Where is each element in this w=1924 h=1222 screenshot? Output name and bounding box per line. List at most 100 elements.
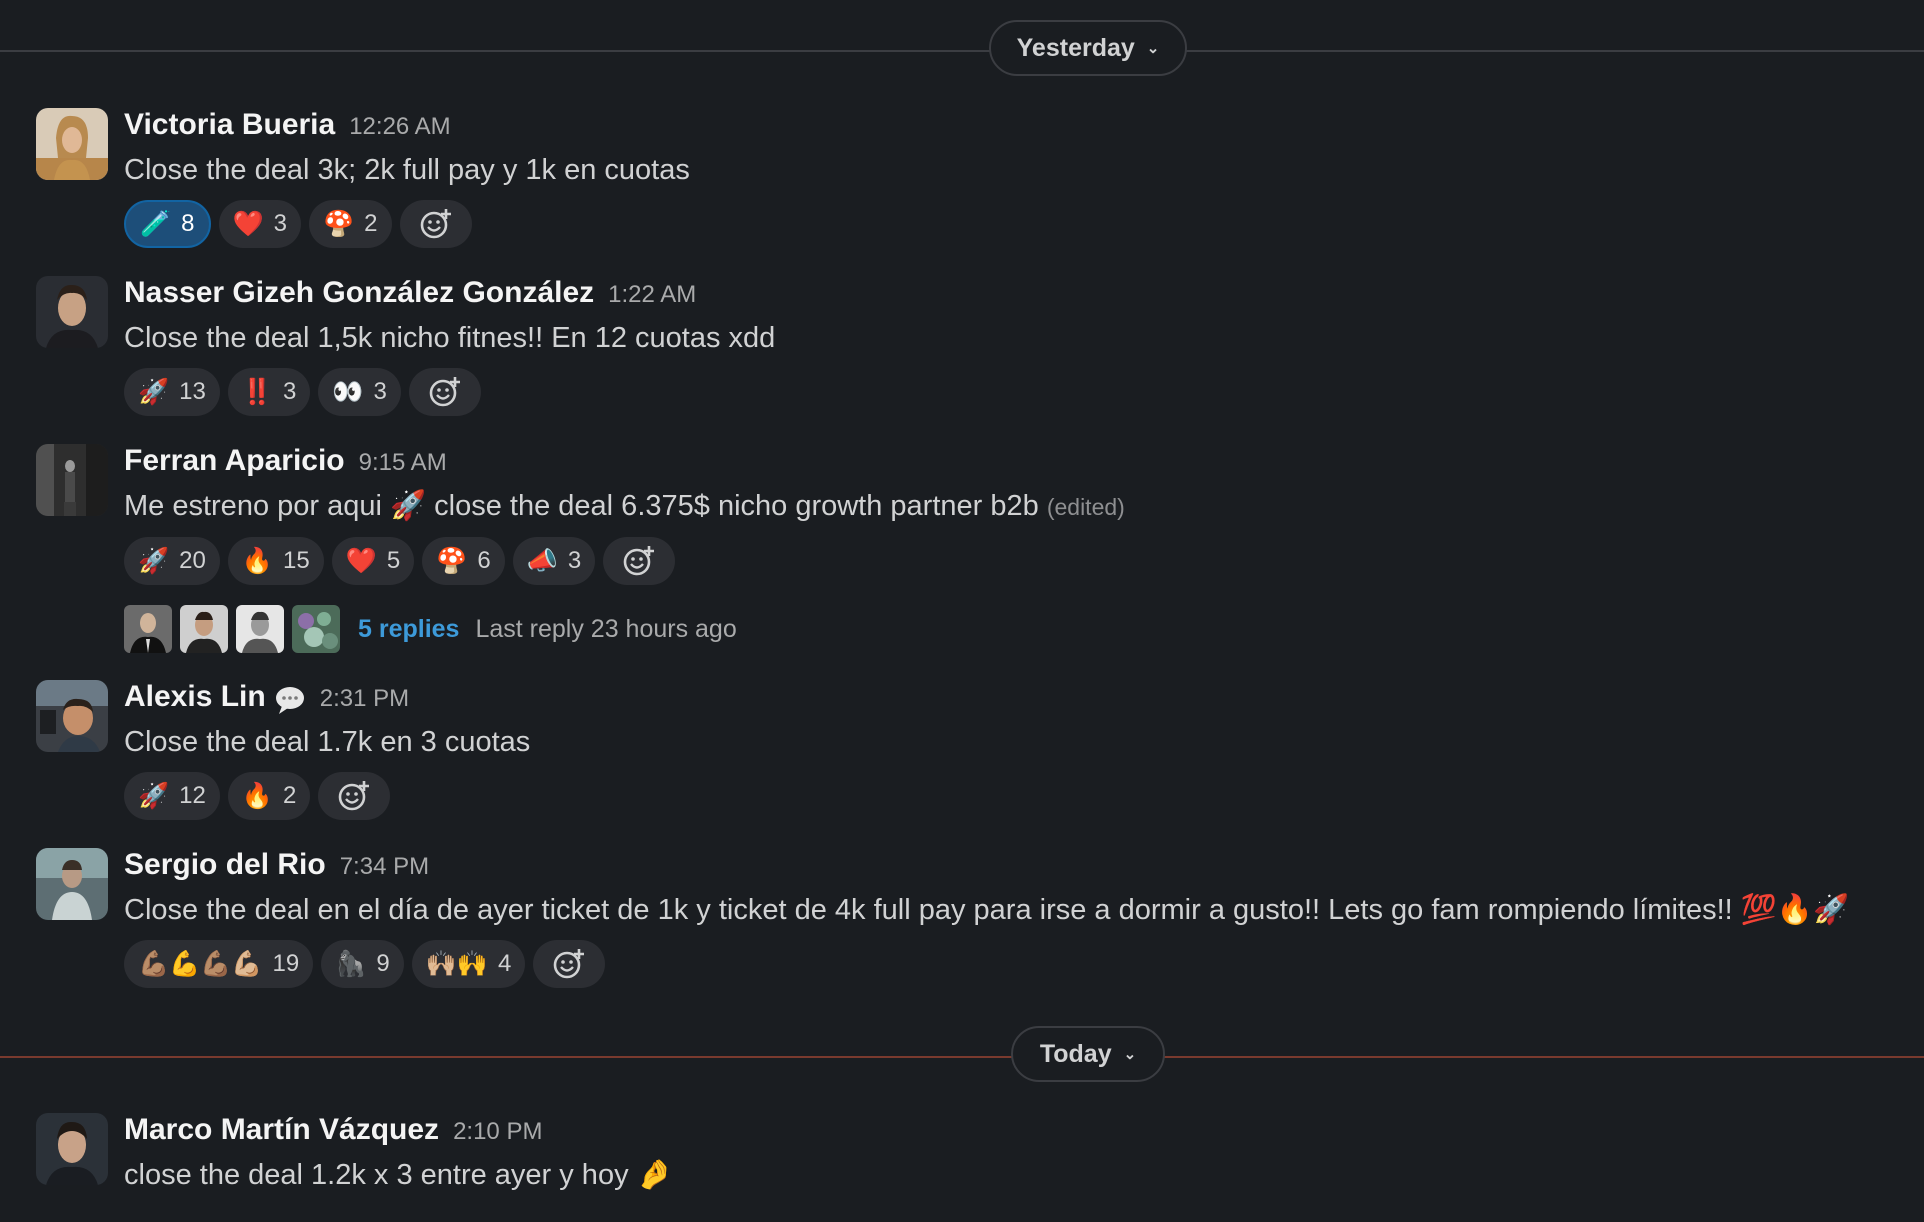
rocket-icon: 🚀 <box>138 377 170 406</box>
reaction-count: 9 <box>376 950 390 977</box>
avatar[interactable] <box>36 848 108 920</box>
avatar[interactable] <box>36 444 108 516</box>
day-divider-today: Today ⌄ <box>0 1026 1924 1086</box>
reaction-heart[interactable]: ❤️ 3 <box>218 200 301 248</box>
add-emoji-icon <box>554 949 585 979</box>
reaction-mushroom[interactable]: 🍄 2 <box>309 200 392 248</box>
message-text: Close the deal 1.7k en 3 cuotas <box>124 726 531 758</box>
add-reaction-button[interactable] <box>603 537 676 585</box>
add-reaction-button[interactable] <box>399 200 472 248</box>
rocket-icon: 🚀 <box>138 781 170 810</box>
sender-name[interactable]: Sergio del Rio <box>124 848 326 882</box>
heart-icon: ❤️ <box>345 546 377 575</box>
reaction-gorilla[interactable]: 🦍 9 <box>321 940 404 988</box>
reaction-eyes[interactable]: 👀 3 <box>318 368 401 416</box>
timestamp[interactable]: 2:31 PM <box>320 685 409 713</box>
gorilla-icon: 🦍 <box>335 949 367 978</box>
reaction-raised-hands[interactable]: 🙌🏼🙌 4 <box>411 940 526 988</box>
sender-name[interactable]: Marco Martín Vázquez <box>124 1113 439 1147</box>
reactions-bar: 💪🏽💪💪🏽💪🏼 19 🦍 9 🙌🏼🙌 4 <box>124 940 1904 988</box>
reply-avatar[interactable] <box>236 605 284 653</box>
double-exclamation-icon: ‼️ <box>241 377 273 406</box>
add-reaction-button[interactable] <box>408 368 481 416</box>
avatar[interactable] <box>36 680 108 752</box>
reaction-count: 3 <box>273 210 287 237</box>
reaction-rocket[interactable]: 🚀 12 <box>124 772 220 820</box>
reaction-count: 8 <box>181 210 195 237</box>
megaphone-icon: 📣 <box>526 546 558 575</box>
fire-icon: 🔥 <box>241 546 273 575</box>
reaction-count: 4 <box>497 950 512 977</box>
add-emoji-icon <box>420 209 451 239</box>
reaction-fire[interactable]: 🔥 2 <box>227 772 311 820</box>
reaction-fire[interactable]: 🔥 15 <box>227 537 324 585</box>
reaction-megaphone[interactable]: 📣 3 <box>512 537 596 585</box>
timestamp[interactable]: 9:15 AM <box>359 449 447 477</box>
rocket-icon: 🚀 <box>390 490 427 522</box>
reactions-bar: 🚀 13 ‼️ 3 👀 3 <box>124 368 1904 416</box>
last-reply-time: Last reply 23 hours ago <box>475 614 737 643</box>
fire-icon: 🔥 <box>241 781 273 810</box>
reaction-count: 13 <box>179 378 206 405</box>
timestamp[interactable]: 7:34 PM <box>340 853 429 881</box>
date-jump-button-today[interactable]: Today ⌄ <box>1011 1026 1165 1082</box>
edited-label: (edited) <box>1046 494 1125 520</box>
divider-line <box>0 50 1924 52</box>
add-emoji-icon <box>339 781 370 811</box>
sender-name[interactable]: Nasser Gizeh González González <box>124 276 594 310</box>
message-text: Me estreno por aqui 🚀 close the deal 6.3… <box>124 484 1904 529</box>
raised-hands-icon: 🙌🏼🙌 <box>425 949 488 978</box>
flexed-biceps-icon: 💪🏽💪💪🏽💪🏼 <box>138 949 263 978</box>
timestamp[interactable]: 1:22 AM <box>608 281 696 309</box>
avatar[interactable] <box>36 108 108 180</box>
message-text-part: Me estreno por aqui <box>124 490 382 522</box>
reaction-count: 6 <box>477 547 491 574</box>
test-tube-icon: 🧪 <box>140 209 172 238</box>
reaction-test-tube[interactable]: 🧪 8 <box>124 200 211 248</box>
reaction-count: 12 <box>179 782 206 809</box>
add-emoji-icon <box>623 546 655 576</box>
mushroom-icon: 🍄 <box>436 546 468 575</box>
chevron-down-icon: ⌄ <box>1146 40 1160 57</box>
avatar[interactable] <box>36 276 108 348</box>
reaction-flexed-biceps[interactable]: 💪🏽💪💪🏽💪🏼 19 <box>124 940 314 988</box>
message-text: Close the deal 1,5k nicho fitnes!! En 12… <box>124 322 776 354</box>
add-reaction-button[interactable] <box>318 772 391 820</box>
add-reaction-button[interactable] <box>533 940 606 988</box>
avatar[interactable] <box>36 1113 108 1185</box>
reaction-count: 5 <box>386 547 401 574</box>
reaction-rocket[interactable]: 🚀 20 <box>124 537 220 585</box>
sender-name[interactable]: Alexis Lin <box>124 680 266 714</box>
mushroom-icon: 🍄 <box>323 209 355 238</box>
message-text: close the deal 1.2k x 3 entre ayer y hoy… <box>124 1159 673 1191</box>
sender-name[interactable]: Victoria Bueria <box>124 108 335 142</box>
message-text-part: close the deal 6.375$ nicho growth partn… <box>434 490 1039 522</box>
reaction-count: 3 <box>282 378 297 405</box>
reaction-mushroom[interactable]: 🍄 6 <box>422 537 505 585</box>
date-jump-button-yesterday[interactable]: Yesterday ⌄ <box>989 20 1187 76</box>
message-text: Close the deal 3k; 2k full pay y 1k en c… <box>124 154 690 186</box>
reply-avatar[interactable] <box>124 605 172 653</box>
replies-link[interactable]: 5 replies <box>358 615 459 644</box>
heart-icon: ❤️ <box>232 209 264 238</box>
divider-line <box>0 1056 1924 1058</box>
reaction-count: 15 <box>282 547 310 574</box>
reply-avatar[interactable] <box>292 605 340 653</box>
reaction-heart[interactable]: ❤️ 5 <box>331 537 415 585</box>
reaction-count: 3 <box>373 378 387 405</box>
timestamp[interactable]: 12:26 AM <box>349 113 450 141</box>
sender-name[interactable]: Ferran Aparicio <box>124 444 345 478</box>
message-text: Close the deal en el día de ayer ticket … <box>124 894 1850 926</box>
date-label: Yesterday <box>1016 33 1135 62</box>
message-list: Yesterday ⌄ Victoria Bueria 12:26 AM Clo… <box>0 0 1924 1222</box>
reaction-rocket[interactable]: 🚀 13 <box>124 368 220 416</box>
reaction-count: 2 <box>364 210 378 237</box>
reaction-double-exclamation[interactable]: ‼️ 3 <box>227 368 311 416</box>
reaction-count: 19 <box>272 950 300 977</box>
reply-avatar[interactable] <box>180 605 228 653</box>
chevron-down-icon: ⌄ <box>1123 1046 1137 1063</box>
reaction-count: 20 <box>179 547 206 574</box>
reaction-count: 3 <box>567 547 582 574</box>
thread-summary[interactable]: 5 replies Last reply 23 hours ago <box>124 605 1904 653</box>
timestamp[interactable]: 2:10 PM <box>453 1118 542 1146</box>
